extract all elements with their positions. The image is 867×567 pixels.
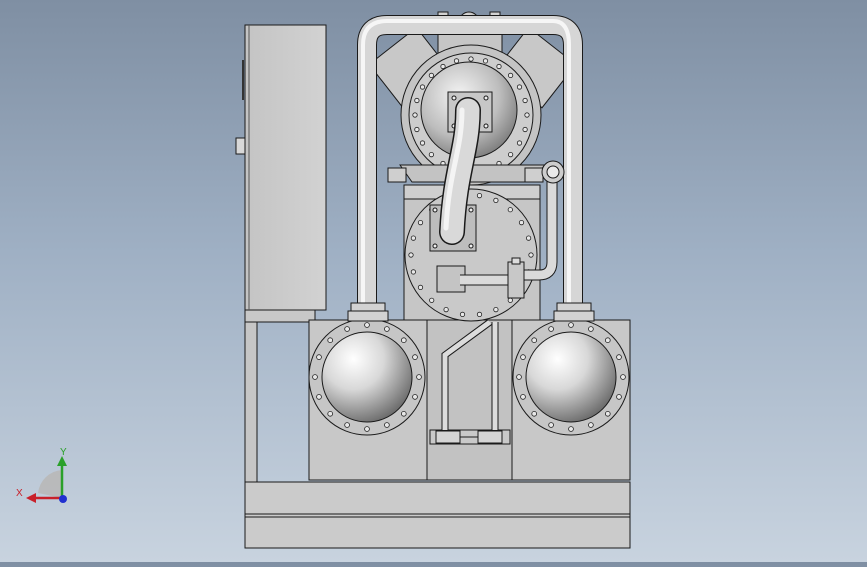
flange-bolt (568, 322, 574, 328)
left-vessel (308, 318, 428, 481)
flange-bolt (414, 126, 420, 133)
flange-bolt (588, 326, 594, 332)
right-vessel (511, 318, 631, 481)
flange-bolt (524, 112, 530, 118)
flange-bolt (522, 126, 528, 133)
flange-bolt (440, 63, 446, 70)
flange-bolt (468, 56, 474, 62)
z-axis-dot (59, 495, 67, 503)
flange-bolt (417, 284, 424, 290)
flange-bolt (410, 235, 416, 241)
flange-bolt (531, 410, 537, 417)
flange-bolt (616, 394, 622, 400)
flange-bolt (616, 354, 622, 360)
flange-bolt (364, 426, 370, 432)
flange-bolt (516, 84, 523, 90)
flange-bolt (482, 58, 489, 64)
flange-bolt (417, 220, 424, 226)
flange-bolt (522, 97, 528, 104)
flange-bolt (518, 220, 525, 226)
flange-bolt (419, 140, 426, 146)
flange-bolt (316, 394, 322, 400)
flange-bolt (327, 337, 334, 344)
flange-bolt (496, 63, 502, 70)
flange-bolt (412, 394, 418, 400)
flange-bolt (507, 72, 514, 79)
flange-bolt (316, 354, 322, 360)
flange-bolt (493, 197, 499, 203)
x-axis-label: X (16, 488, 23, 499)
control-cabinet (235, 24, 327, 311)
cabinet-handle (235, 137, 246, 155)
flange-bolt (507, 152, 514, 158)
flange-bolt (604, 410, 611, 417)
flange-bolt (384, 422, 390, 428)
flange-bolt (443, 306, 449, 313)
flange-bolt (412, 354, 418, 360)
flange-bolt (507, 207, 513, 213)
flange-bolt (548, 326, 554, 332)
flange-bolt (416, 374, 422, 380)
flange-bolt (400, 410, 407, 417)
flange-bolt (428, 152, 434, 158)
flange-bolt (516, 140, 523, 146)
oil-separator (403, 184, 541, 322)
model-drawing[interactable]: Y X (0, 0, 867, 562)
flange-bolt (400, 337, 407, 344)
flange-bolt (493, 306, 499, 313)
flange-bolt (620, 374, 626, 380)
cad-viewport[interactable]: Y X (0, 0, 867, 562)
flange-bolt (516, 374, 522, 380)
flange-bolt (327, 410, 334, 417)
flange-bolt (408, 252, 414, 258)
flange-bolt (428, 72, 434, 79)
flange-bolt (568, 426, 574, 432)
coordinate-triad: Y X (16, 447, 67, 503)
flange-bolt (459, 311, 466, 317)
flange-bolt (364, 322, 370, 328)
middle-frame (426, 319, 513, 481)
flange-bolt (384, 326, 390, 332)
flange-bolt (531, 337, 537, 344)
flange-bolt (344, 422, 350, 428)
flange-bolt (410, 269, 416, 275)
flange-bolt (604, 337, 611, 344)
flange-bolt (312, 374, 318, 380)
flange-bolt (344, 326, 350, 332)
flange-bolt (419, 84, 426, 90)
flange-bolt (528, 252, 534, 258)
flange-bolt (520, 394, 526, 400)
flange-bolt (453, 58, 460, 64)
flange-bolt (548, 422, 554, 428)
y-axis-label: Y (60, 447, 67, 458)
flange-bolt (520, 354, 526, 360)
flange-bolt (429, 297, 435, 303)
flange-bolt (412, 112, 418, 118)
flange-bolt (476, 311, 483, 317)
flange-bolt (476, 193, 483, 199)
flange-bolt (588, 422, 594, 428)
flange-bolt (507, 297, 513, 303)
flange-bolt (414, 97, 420, 104)
flange-bolt (525, 235, 532, 241)
